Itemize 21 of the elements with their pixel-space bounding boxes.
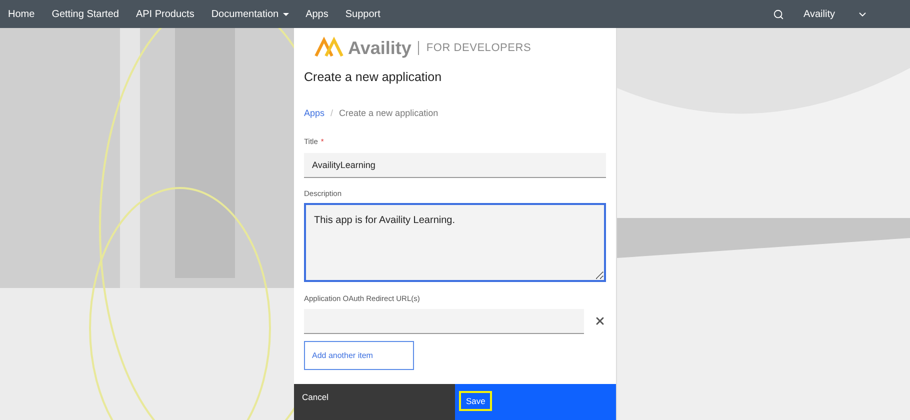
nav-link[interactable]: Apps [306, 6, 328, 22]
page-heading: Create a new application [304, 69, 443, 86]
description-field[interactable]: This app is for Availity Learning. [304, 202, 606, 282]
breadcrumb-link[interactable]: Apps [304, 106, 325, 120]
nav-link[interactable]: Getting Started [52, 6, 119, 22]
nav-link[interactable]: Home [8, 6, 35, 22]
breadcrumb-current: Create a new application [339, 106, 438, 120]
text-field[interactable] [304, 309, 584, 334]
search-icon[interactable] [772, 8, 784, 20]
cancel-button[interactable]: Cancel [294, 384, 455, 420]
breadcrumb-separator: / [330, 106, 334, 120]
logo-name: Availity [348, 36, 412, 60]
user-menu-link[interactable]: Availity [804, 6, 835, 22]
nav-link[interactable]: Support [345, 6, 380, 22]
save-button[interactable]: Save [459, 391, 492, 412]
remove-icon[interactable] [594, 315, 606, 327]
nav-link[interactable]: Documentation [211, 6, 289, 22]
add-item-button[interactable]: Add another item [304, 341, 414, 370]
nav-link[interactable]: API Products [136, 6, 194, 22]
logo-tagline: FOR DEVELOPERS [426, 40, 532, 56]
text-field[interactable]: AvailityLearning [304, 152, 606, 178]
